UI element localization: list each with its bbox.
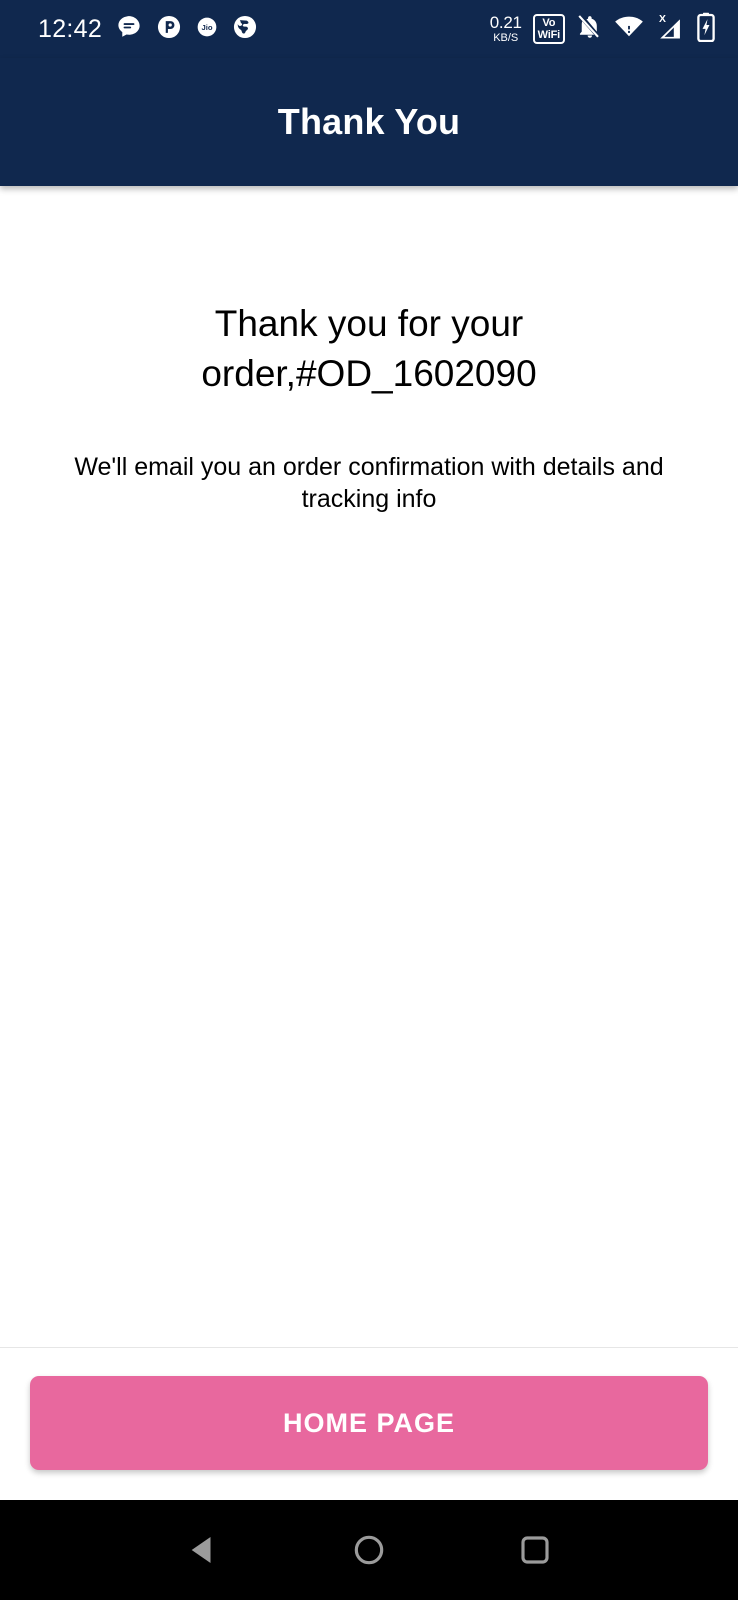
vowifi-line2: WiFi [537,29,561,41]
globe-icon [232,14,258,45]
app-circle-icon [156,14,182,45]
nav-home-button[interactable] [329,1510,409,1590]
vowifi-icon: Vo WiFi [532,14,565,44]
messages-icon [116,14,142,45]
main-content: Thank you for your order,#OD_1602090 We'… [0,186,738,1347]
home-page-button[interactable]: HOME PAGE [30,1376,708,1470]
thank-you-heading: Thank you for your order,#OD_1602090 [201,303,537,394]
jio-icon: Jio [196,16,218,43]
footer-bar: HOME PAGE [0,1347,738,1500]
confirmation-subtext: We'll email you an order confirmation wi… [74,452,664,513]
status-bar: 12:42 Jio 0.21 KB/S Vo WiFi X [0,0,738,58]
network-speed-indicator: 0.21 KB/S [490,14,522,44]
wifi-icon [614,13,644,45]
status-bar-left: 12:42 Jio [38,14,258,45]
bell-muted-icon [576,13,603,45]
app-bar: Thank You [0,58,738,186]
vowifi-line1: Vo [542,17,556,29]
status-clock: 12:42 [38,14,103,43]
phone-screen: 12:42 Jio 0.21 KB/S Vo WiFi X Thank You … [0,0,738,1600]
nav-back-button[interactable] [163,1510,243,1590]
svg-text:X: X [659,13,666,24]
page-title: Thank You [277,101,461,142]
status-bar-right: 0.21 KB/S Vo WiFi X [490,12,716,47]
battery-charging-icon [696,12,716,47]
signal-no-service-icon: X [655,12,685,47]
android-nav-bar [0,1500,738,1600]
svg-text:Jio: Jio [202,23,213,32]
nav-recents-button[interactable] [495,1510,575,1590]
network-speed-unit: KB/S [493,32,519,44]
network-speed-value: 0.21 [489,13,522,32]
